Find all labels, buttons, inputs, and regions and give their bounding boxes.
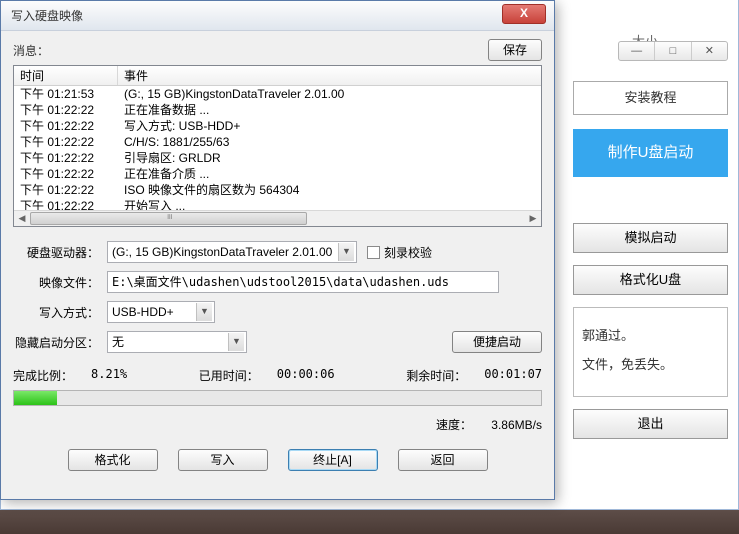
hidden-partition-label: 隐藏启动分区： xyxy=(13,334,107,351)
titlebar[interactable]: 写入硬盘映像 X xyxy=(1,1,554,31)
log-event: 正在准备介质 ... xyxy=(118,166,541,182)
log-event: ISO 映像文件的扇区数为 564304 xyxy=(118,182,541,198)
log-time: 下午 01:22:22 xyxy=(14,166,118,182)
abort-button[interactable]: 终止[A] xyxy=(288,449,378,471)
elapsed-label: 已用时间： xyxy=(199,367,259,384)
exit-button[interactable]: 退出 xyxy=(573,409,728,439)
write-mode-value: USB-HDD+ xyxy=(112,302,174,322)
speed-value: 3.86MB/s xyxy=(491,418,542,432)
verify-label: 刻录校验 xyxy=(384,244,432,261)
log-row[interactable]: 下午 01:22:22开始写入 ... xyxy=(14,198,541,210)
col-time[interactable]: 时间 xyxy=(14,66,118,85)
drive-select[interactable]: (G:, 15 GB)KingstonDataTraveler 2.01.00 … xyxy=(107,241,357,263)
log-row[interactable]: 下午 01:22:22写入方式: USB-HDD+ xyxy=(14,118,541,134)
remain-label: 剩余时间： xyxy=(406,367,466,384)
log-time: 下午 01:22:22 xyxy=(14,182,118,198)
log-listview[interactable]: 时间 事件 下午 01:21:53(G:, 15 GB)KingstonData… xyxy=(13,65,542,227)
col-event[interactable]: 事件 xyxy=(118,66,541,85)
log-event: C/H/S: 1881/255/63 xyxy=(118,134,541,150)
log-row[interactable]: 下午 01:21:53(G:, 15 GB)KingstonDataTravel… xyxy=(14,86,541,102)
chevron-down-icon[interactable]: ▼ xyxy=(228,333,244,351)
simulate-boot-button[interactable]: 模拟启动 xyxy=(573,223,728,253)
scroll-right-icon[interactable]: ▶ xyxy=(525,211,541,227)
log-event: (G:, 15 GB)KingstonDataTraveler 2.01.00 xyxy=(118,86,541,102)
log-event: 开始写入 ... xyxy=(118,198,541,210)
back-button[interactable]: 返回 xyxy=(398,449,488,471)
minimize-icon[interactable]: — xyxy=(619,42,655,60)
scroll-left-icon[interactable]: ◀ xyxy=(14,211,30,227)
install-tutorial-button[interactable]: 安装教程 xyxy=(573,81,728,115)
scroll-thumb[interactable] xyxy=(30,212,307,225)
drive-label: 硬盘驱动器： xyxy=(13,244,107,261)
close-button[interactable]: X xyxy=(502,4,546,24)
info-panel-line: 文件，免丢失。 xyxy=(582,351,719,380)
chevron-down-icon[interactable]: ▼ xyxy=(338,243,354,261)
log-row[interactable]: 下午 01:22:22正在准备数据 ... xyxy=(14,102,541,118)
write-button[interactable]: 写入 xyxy=(178,449,268,471)
log-row[interactable]: 下午 01:22:22C/H/S: 1881/255/63 xyxy=(14,134,541,150)
speed-label: 速度： xyxy=(436,418,472,432)
elapsed-value: 00:00:06 xyxy=(277,367,335,384)
log-event: 引导扇区: GRLDR xyxy=(118,150,541,166)
quick-boot-button[interactable]: 便捷启动 xyxy=(452,331,542,353)
log-time: 下午 01:22:22 xyxy=(14,102,118,118)
log-time: 下午 01:22:22 xyxy=(14,134,118,150)
image-file-label: 映像文件： xyxy=(13,274,107,291)
close-icon[interactable]: ✕ xyxy=(692,42,727,60)
dialog-title: 写入硬盘映像 xyxy=(11,7,83,24)
log-time: 下午 01:22:22 xyxy=(14,198,118,210)
info-panel: 郭通过。 文件，免丢失。 xyxy=(573,307,728,397)
log-event: 写入方式: USB-HDD+ xyxy=(118,118,541,134)
write-mode-select[interactable]: USB-HDD+ ▼ xyxy=(107,301,215,323)
write-disk-image-dialog: 写入硬盘映像 X 消息： 保存 时间 事件 下午 01:21:53(G:, 15… xyxy=(0,0,555,500)
percent-label: 完成比例： xyxy=(13,367,73,384)
verify-checkbox[interactable] xyxy=(367,246,380,259)
image-file-input[interactable]: E:\桌面文件\udashen\udstool2015\data\udashen… xyxy=(107,271,499,293)
maximize-icon[interactable]: □ xyxy=(655,42,691,60)
write-mode-label: 写入方式： xyxy=(13,304,107,321)
log-time: 下午 01:22:22 xyxy=(14,118,118,134)
log-row[interactable]: 下午 01:22:22ISO 映像文件的扇区数为 564304 xyxy=(14,182,541,198)
hidden-partition-select[interactable]: 无 ▼ xyxy=(107,331,247,353)
hidden-partition-value: 无 xyxy=(112,332,124,352)
remain-value: 00:01:07 xyxy=(484,367,542,384)
info-label: 消息： xyxy=(13,42,49,59)
log-event: 正在准备数据 ... xyxy=(118,102,541,118)
window-controls: — □ ✕ xyxy=(618,41,728,61)
log-row[interactable]: 下午 01:22:22引导扇区: GRLDR xyxy=(14,150,541,166)
format-button[interactable]: 格式化 xyxy=(68,449,158,471)
format-usb-button[interactable]: 格式化U盘 xyxy=(573,265,728,295)
drive-value: (G:, 15 GB)KingstonDataTraveler 2.01.00 xyxy=(112,242,332,262)
log-time: 下午 01:21:53 xyxy=(14,86,118,102)
chevron-down-icon[interactable]: ▼ xyxy=(196,303,212,321)
make-usb-boot-button[interactable]: 制作U盘启动 xyxy=(573,129,728,177)
progress-fill xyxy=(14,391,57,405)
log-time: 下午 01:22:22 xyxy=(14,150,118,166)
log-row[interactable]: 下午 01:22:22正在准备介质 ... xyxy=(14,166,541,182)
progress-bar xyxy=(13,390,542,406)
save-button[interactable]: 保存 xyxy=(488,39,542,61)
log-header: 时间 事件 xyxy=(14,66,541,86)
percent-value: 8.21% xyxy=(91,367,127,384)
horizontal-scrollbar[interactable]: ◀ ▶ xyxy=(14,210,541,226)
info-panel-line: 郭通过。 xyxy=(582,322,719,351)
